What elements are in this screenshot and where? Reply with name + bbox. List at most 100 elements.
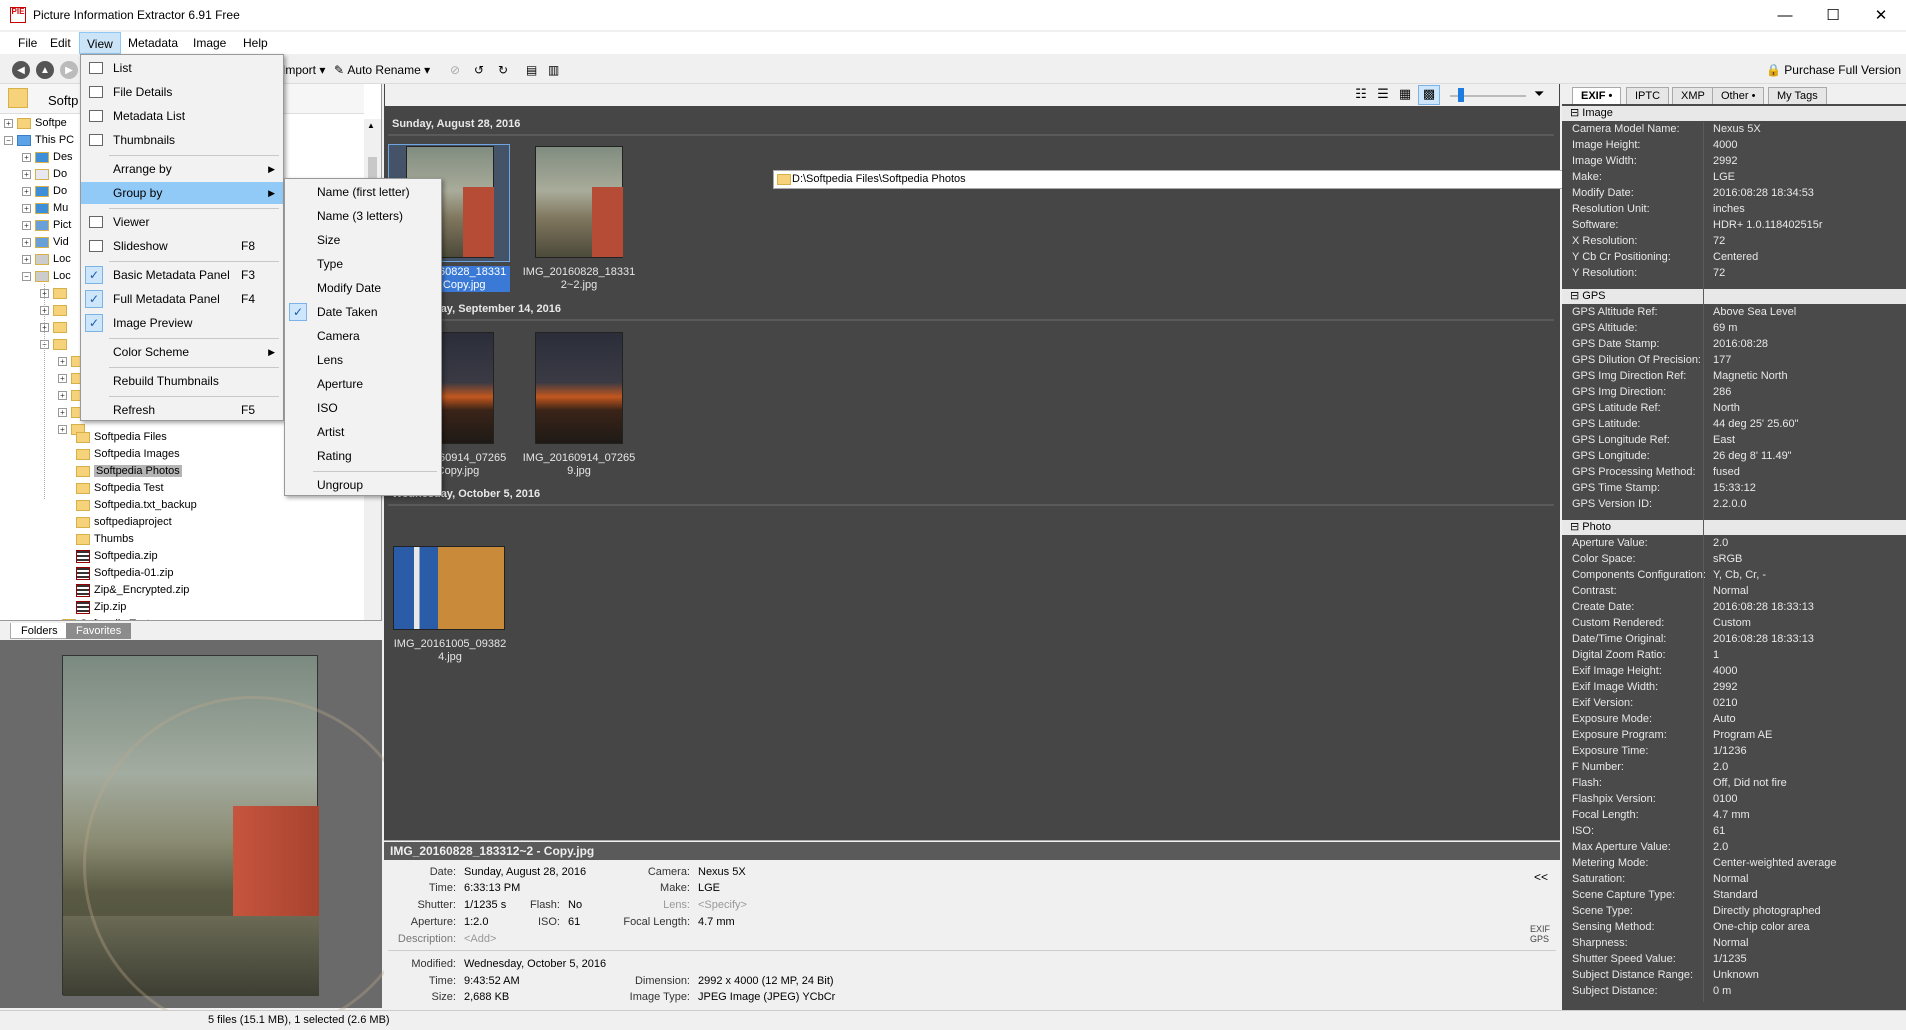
gps-link[interactable]: GPS	[1530, 934, 1549, 944]
menu-item-full-metadata-panel[interactable]: ✓ Full Metadata Panel F4	[81, 288, 283, 310]
tree-item-softpedia-txt-backup[interactable]: Softpedia.txt_backup	[76, 497, 197, 514]
menu-item-name-first-letter[interactable]: Name (first letter)	[285, 181, 441, 203]
menu-item-rebuild-thumbnails[interactable]: Rebuild Thumbnails	[81, 370, 283, 392]
menu-item-name-3-letters[interactable]: Name (3 letters)	[285, 205, 441, 227]
view-details-icon[interactable]: ☰	[1374, 86, 1392, 104]
tab-xmp[interactable]: XMP	[1672, 87, 1714, 104]
menu-item-date-taken[interactable]: ✓ Date Taken	[285, 301, 441, 323]
stop-icon[interactable]: ⊘	[450, 60, 460, 80]
menu-help[interactable]: Help	[236, 32, 275, 54]
menu-item-slideshow[interactable]: Slideshow F8	[81, 235, 283, 257]
menu-item-arrange-by[interactable]: Arrange by ▶	[81, 158, 283, 180]
thumbnail-caption[interactable]: IMG_20160828_18331 2~2.jpg	[519, 266, 639, 292]
description-field[interactable]: <Add>	[464, 933, 496, 945]
import-button[interactable]: Import ▾	[282, 60, 325, 80]
rotate-right-icon[interactable]: ↻	[498, 60, 508, 80]
menu-item-refresh[interactable]: Refresh F5	[81, 399, 283, 421]
maximize-button[interactable]: ☐	[1810, 0, 1856, 30]
tree-node-this-pc[interactable]: − This PC	[4, 132, 74, 149]
thumbnail-caption[interactable]: IMG_20161005_09382 4.jpg	[390, 638, 510, 664]
menu-item-image-preview[interactable]: ✓ Image Preview	[81, 312, 283, 334]
tree-node[interactable]: + Pict	[22, 217, 71, 234]
tree-node[interactable]: + Vid	[22, 234, 69, 251]
metadata-key: Exposure Program:	[1572, 729, 1667, 741]
menu-item-size[interactable]: Size	[285, 229, 441, 251]
tab-other[interactable]: Other •	[1712, 87, 1765, 104]
thumbnail-image[interactable]	[535, 146, 623, 258]
exif-link[interactable]: EXIF	[1530, 924, 1550, 934]
forward-icon[interactable]: ▶	[60, 61, 78, 79]
menu-item-ungroup[interactable]: Ungroup	[285, 474, 441, 496]
tree-item-softpedia-files[interactable]: Softpedia Files	[76, 429, 167, 446]
rotate-left-icon[interactable]: ↺	[474, 60, 484, 80]
menu-file[interactable]: File	[11, 32, 44, 54]
tree-node[interactable]: + Loc	[22, 251, 71, 268]
menu-edit[interactable]: Edit	[43, 32, 78, 54]
tab-favorites[interactable]: Favorites	[66, 623, 132, 639]
tree-item-zip-encrypted-zip[interactable]: Zip&_Encrypted.zip	[76, 582, 189, 599]
up-icon[interactable]: ▲	[36, 61, 54, 79]
minimize-button[interactable]: —	[1762, 0, 1808, 30]
menu-item-rating[interactable]: Rating	[285, 445, 441, 467]
menu-item-camera[interactable]: Camera	[285, 325, 441, 347]
view-metadata-icon[interactable]: ▦	[1396, 86, 1414, 104]
filter-icon[interactable]: ⏷	[1534, 86, 1550, 104]
metadata-section-image[interactable]: ⊟ Image	[1562, 106, 1906, 121]
tree-item-thumbs[interactable]: Thumbs	[76, 531, 134, 548]
tree-item-zip-zip[interactable]: Zip.zip	[76, 599, 126, 616]
panel-layout-icon[interactable]: ▤	[526, 60, 537, 80]
thumbnail-caption[interactable]: IMG_20160914_07265 9.jpg	[519, 452, 639, 478]
lens-field[interactable]: <Specify>	[698, 899, 747, 911]
tree-item-softpedia-zip[interactable]: Softpedia.zip	[76, 548, 158, 565]
menu-item-lens[interactable]: Lens	[285, 349, 441, 371]
metadata-section-gps[interactable]: ⊟ GPS	[1562, 289, 1906, 304]
tree-item-softpedia-photos[interactable]: Softpedia Photos	[76, 463, 182, 480]
panel-layout2-icon[interactable]: ▥	[548, 60, 559, 80]
menu-separator	[109, 367, 279, 368]
info-make: LGE	[698, 882, 721, 894]
auto-rename-button[interactable]: ✎ Auto Rename ▾	[334, 60, 430, 80]
menu-item-type[interactable]: Type	[285, 253, 441, 275]
tree-node[interactable]: + Des	[22, 149, 73, 166]
collapse-button[interactable]: <<	[1534, 870, 1548, 884]
thumbnail-image[interactable]	[535, 332, 623, 444]
menu-item-file-details[interactable]: File Details	[81, 81, 283, 103]
menu-view[interactable]: View	[79, 32, 121, 54]
menu-metadata[interactable]: Metadata	[121, 32, 185, 54]
menu-item-modify-date[interactable]: Modify Date	[285, 277, 441, 299]
tab-my-tags[interactable]: My Tags	[1768, 87, 1827, 104]
view-thumbnails-icon[interactable]: ▩	[1418, 85, 1440, 105]
view-list-icon[interactable]: ☷	[1352, 86, 1370, 104]
back-icon[interactable]: ◀	[12, 61, 30, 79]
tab-exif[interactable]: EXIF •	[1572, 87, 1622, 104]
tree-item-softpedia-01-zip[interactable]: Softpedia-01.zip	[76, 565, 174, 582]
tree-node[interactable]: + Do	[22, 183, 67, 200]
zip-icon	[76, 583, 90, 597]
menu-image[interactable]: Image	[186, 32, 233, 54]
tree-item-softpedia-images[interactable]: Softpedia Images	[76, 446, 180, 463]
info-label: Shutter:	[417, 899, 456, 911]
menu-item-color-scheme[interactable]: Color Scheme ▶	[81, 341, 283, 363]
purchase-button[interactable]: 🔒 Purchase Full Version	[1766, 60, 1901, 80]
menu-item-artist[interactable]: Artist	[285, 421, 441, 443]
zoom-slider-thumb[interactable]	[1458, 88, 1464, 102]
menu-item-group-by[interactable]: Group by ▶	[81, 182, 283, 204]
thumbnail-image[interactable]	[393, 546, 505, 630]
tree-node[interactable]: + Mu	[22, 200, 68, 217]
tab-iptc[interactable]: IPTC	[1626, 87, 1670, 104]
menu-item-thumbnails[interactable]: Thumbnails	[81, 129, 283, 151]
tree-item-softpediaproject[interactable]: softpediaproject	[76, 514, 172, 531]
tree-item-softpedia-test[interactable]: Softpedia Test	[76, 480, 164, 497]
menu-item-viewer[interactable]: Viewer	[81, 211, 283, 233]
menu-item-list[interactable]: List	[81, 57, 283, 79]
close-button[interactable]: ✕	[1858, 0, 1904, 30]
tree-node[interactable]: + Softpe	[4, 115, 67, 132]
tab-folders[interactable]: Folders	[10, 623, 69, 639]
tree-node[interactable]: − Loc	[22, 268, 71, 285]
tree-node[interactable]: + Do	[22, 166, 67, 183]
menu-item-metadata-list[interactable]: Metadata List	[81, 105, 283, 127]
menu-item-iso[interactable]: ISO	[285, 397, 441, 419]
menu-item-basic-metadata-panel[interactable]: ✓ Basic Metadata Panel F3	[81, 264, 283, 286]
menu-item-aperture[interactable]: Aperture	[285, 373, 441, 395]
metadata-section-photo[interactable]: ⊟ Photo	[1562, 520, 1906, 535]
